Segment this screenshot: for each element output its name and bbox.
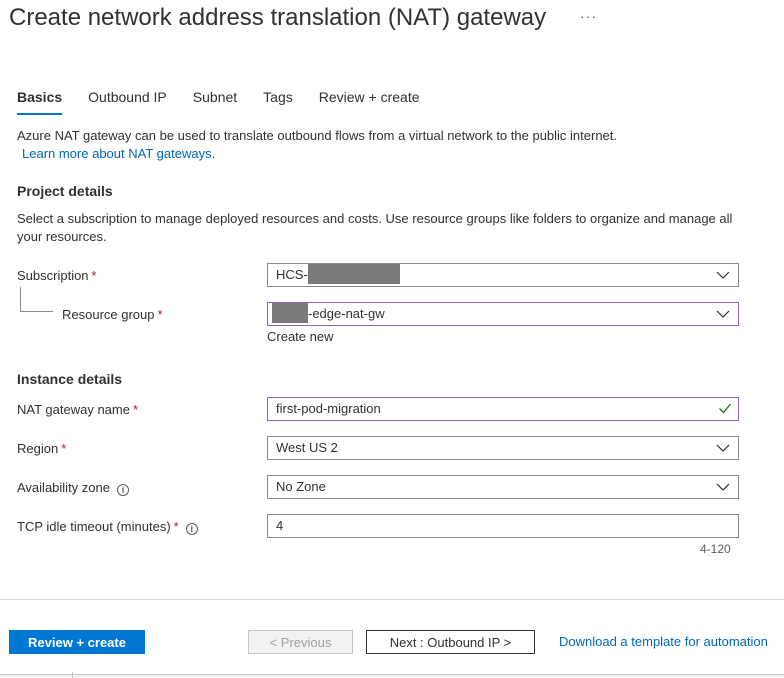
tab-subnet[interactable]: Subnet — [193, 89, 237, 115]
chevron-down-icon — [716, 444, 730, 452]
region-label: Region * — [17, 441, 66, 456]
nat-name-value: first-pod-migration — [276, 401, 381, 416]
chevron-down-icon — [716, 271, 730, 279]
instance-details-heading: Instance details — [17, 371, 123, 387]
zone-value: No Zone — [276, 479, 326, 494]
required-marker: * — [61, 441, 67, 456]
tcp-timeout-label: TCP idle timeout (minutes) * i — [17, 519, 198, 535]
region-label-text: Region — [17, 441, 59, 456]
subscription-select[interactable]: HCS- — [267, 263, 739, 287]
tab-tags[interactable]: Tags — [263, 89, 293, 115]
required-marker: * — [157, 307, 163, 322]
nat-name-label: NAT gateway name * — [17, 402, 138, 417]
redacted-block — [307, 264, 400, 284]
resource-group-label-text: Resource group — [62, 307, 155, 322]
create-new-link[interactable]: Create new — [267, 329, 333, 344]
subscription-label-text: Subscription — [17, 268, 89, 283]
horizontal-scrollbar[interactable] — [0, 674, 784, 678]
learn-more-link[interactable]: Learn more about NAT gateways. — [22, 146, 215, 161]
subscription-value: HCS- — [276, 267, 308, 282]
wizard-tabs: Basics Outbound IP Subnet Tags Review + … — [17, 89, 446, 115]
required-marker: * — [132, 402, 139, 417]
next-outbound-ip-button[interactable]: Next : Outbound IP > — [366, 630, 535, 654]
checkmark-icon — [719, 403, 732, 414]
tab-review-create[interactable]: Review + create — [319, 89, 420, 115]
redacted-block — [272, 303, 308, 323]
subscription-label: Subscription * — [17, 268, 97, 283]
chevron-down-icon — [716, 483, 730, 491]
availability-zone-label: Availability zone i — [17, 480, 129, 496]
nat-name-label-text: NAT gateway name — [17, 402, 130, 417]
timeout-range-hint: 4-120 — [700, 542, 731, 556]
info-icon[interactable]: i — [116, 484, 129, 496]
tab-basics[interactable]: Basics — [17, 89, 63, 115]
review-create-button[interactable]: Review + create — [9, 630, 145, 654]
project-details-heading: Project details — [17, 183, 113, 199]
required-marker: * — [173, 519, 179, 534]
resource-group-value: -edge-nat-gw — [308, 306, 385, 321]
region-value: West US 2 — [276, 440, 338, 455]
region-select[interactable]: West US 2 — [267, 436, 739, 460]
page-title: Create network address translation (NAT)… — [9, 4, 547, 31]
intro-description: Azure NAT gateway can be used to transla… — [17, 128, 618, 143]
info-icon[interactable]: i — [185, 523, 198, 535]
nat-gateway-name-input[interactable]: first-pod-migration — [267, 397, 739, 421]
timeout-label-text: TCP idle timeout (minutes) — [17, 519, 171, 534]
availability-zone-select[interactable]: No Zone — [267, 475, 739, 499]
tab-outbound-ip[interactable]: Outbound IP — [88, 89, 167, 115]
scrollbar-divider — [72, 672, 73, 678]
previous-button[interactable]: < Previous — [248, 630, 353, 654]
download-template-link[interactable]: Download a template for automation — [559, 634, 768, 649]
project-details-description: Select a subscription to manage deployed… — [17, 211, 733, 244]
resource-group-select[interactable]: -edge-nat-gw — [267, 302, 739, 326]
tree-connector — [20, 287, 53, 312]
tcp-timeout-input[interactable]: 4 — [267, 514, 739, 538]
required-marker: * — [91, 268, 97, 283]
footer-divider — [0, 599, 784, 600]
more-options-icon[interactable]: ··· — [580, 8, 597, 24]
resource-group-label: Resource group * — [62, 307, 163, 322]
timeout-value: 4 — [276, 518, 284, 533]
chevron-down-icon — [716, 310, 730, 318]
intro-text: Azure NAT gateway can be used to transla… — [17, 127, 757, 163]
zone-label-text: Availability zone — [17, 480, 110, 495]
